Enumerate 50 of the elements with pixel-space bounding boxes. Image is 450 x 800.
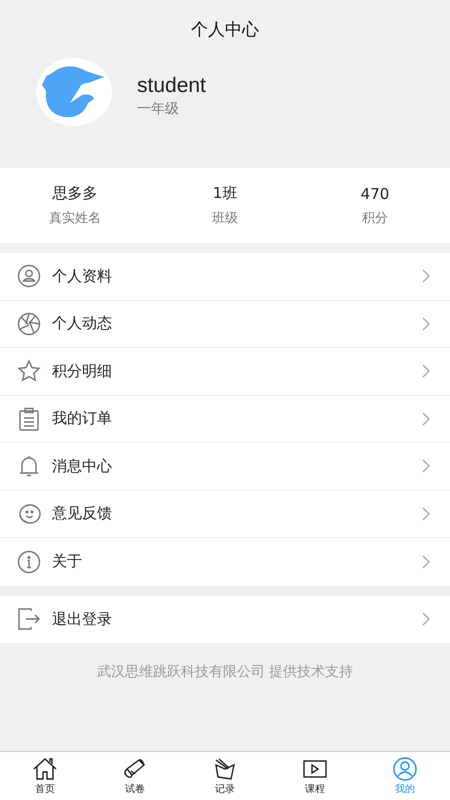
- menu-item[interactable]: 意见反馈: [0, 490, 450, 538]
- chevron-icon: [422, 506, 430, 521]
- star-icon: [17, 359, 41, 384]
- username: student: [137, 74, 206, 98]
- smiley-icon: [17, 502, 41, 526]
- page-title: 个人中心: [191, 18, 259, 40]
- chevron-icon: [422, 612, 430, 626]
- stat-value: 1班: [212, 184, 238, 203]
- info-icon: [17, 550, 41, 574]
- chevron-icon: [422, 316, 430, 331]
- menu-item[interactable]: 关于: [0, 538, 450, 586]
- menu-label: 积分明细: [52, 362, 113, 381]
- menu-label: 意见反馈: [52, 504, 113, 524]
- tab[interactable]: 课程: [270, 752, 360, 800]
- chevron-icon: [422, 554, 430, 569]
- grade-label: 一年级: [137, 100, 180, 118]
- pen-icon: [212, 756, 238, 780]
- tab[interactable]: 试卷: [90, 752, 180, 800]
- menu-item[interactable]: 退出登录: [0, 596, 450, 643]
- profile-icon: [17, 264, 41, 288]
- stat-value: 思多多: [52, 184, 98, 203]
- menu-label: 我的订单: [52, 409, 113, 428]
- tab[interactable]: 记录: [180, 752, 270, 800]
- chevron-icon: [422, 412, 430, 426]
- tab[interactable]: 首页: [0, 752, 90, 800]
- stat-value: 470: [360, 184, 390, 202]
- menu-item[interactable]: 我的订单: [0, 396, 450, 443]
- chevron-icon: [422, 269, 430, 284]
- bell-icon: [17, 454, 41, 478]
- chevron-icon: [422, 459, 430, 474]
- home-icon: [32, 756, 58, 780]
- logout-icon: [17, 607, 41, 632]
- support-text: 武汉思维跳跃科技有限公司 提供技术支持: [96, 663, 354, 682]
- user-icon: [392, 756, 418, 780]
- aperture-icon: [17, 312, 41, 336]
- menu-label: 消息中心: [52, 456, 113, 476]
- menu-label: 个人动态: [52, 314, 113, 334]
- scroll-icon: [122, 756, 148, 780]
- menu-item[interactable]: 个人动态: [0, 300, 450, 348]
- stat-label: 班级: [212, 210, 238, 227]
- clipboard-icon: [17, 406, 41, 431]
- stat-label: 积分: [362, 210, 388, 226]
- menu-label: 退出登录: [52, 610, 113, 629]
- menu-item[interactable]: 积分明细: [0, 348, 450, 396]
- menu-label: 个人资料: [52, 266, 113, 286]
- chevron-icon: [422, 364, 430, 378]
- menu-item[interactable]: 消息中心: [0, 443, 450, 490]
- stat-label: 真实姓名: [49, 210, 101, 227]
- menu-item[interactable]: 个人资料: [0, 253, 450, 300]
- menu-label: 关于: [52, 552, 83, 572]
